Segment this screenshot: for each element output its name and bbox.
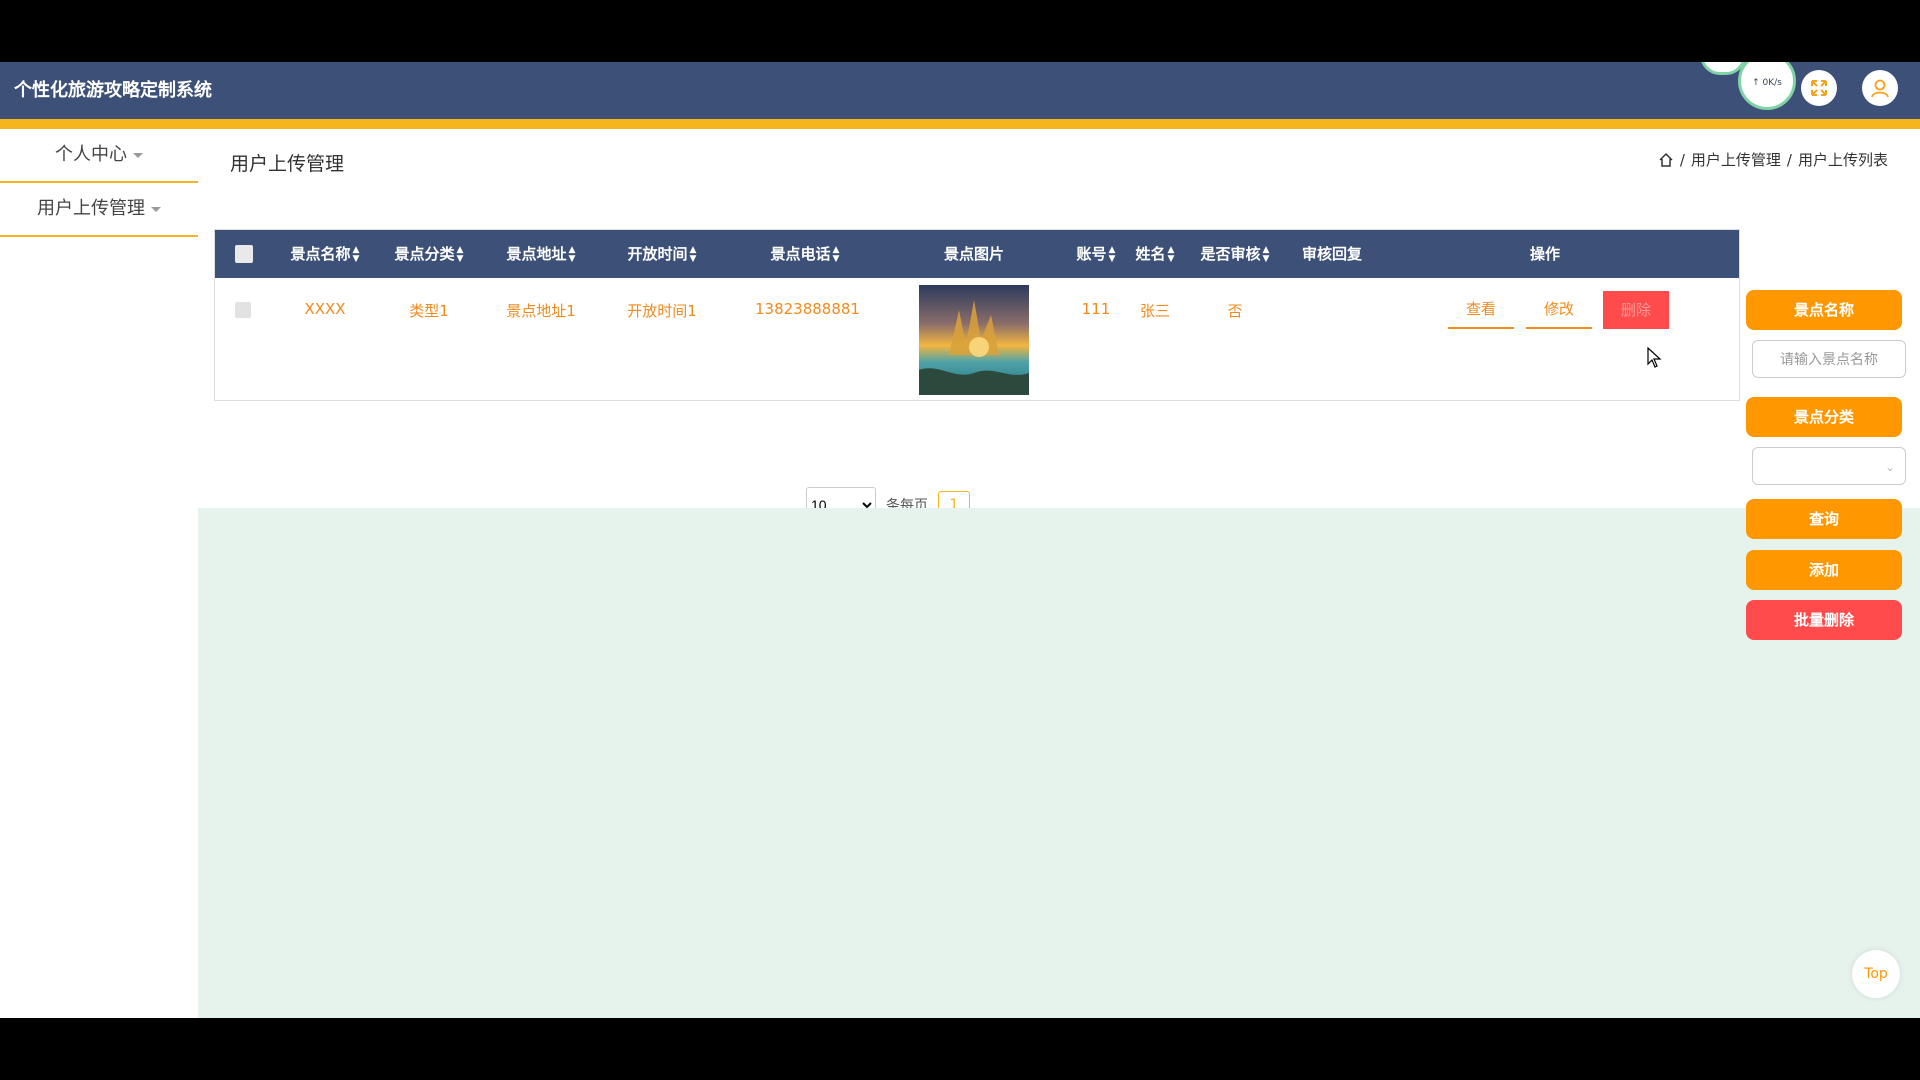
- column-header-address[interactable]: 景点地址 ▲ ▼: [501, 230, 581, 278]
- column-header-label: 开放时间: [627, 245, 688, 263]
- breadcrumb-level2: 用户上传列表: [1797, 151, 1888, 169]
- table-header: 景点名称 ▲ ▼ 景点分类 ▲ ▼ 景点地址 ▲ ▼ 开放时间 ▲ ▼ 景点电话 ▲ ▼ 景点图片 …: [215, 230, 1739, 278]
- user-button[interactable]: [1862, 70, 1898, 106]
- expand-icon: [1811, 80, 1827, 96]
- fullscreen-button[interactable]: [1801, 70, 1837, 106]
- column-header-label: 景点图片: [943, 245, 1004, 263]
- cell-audited: 否: [1227, 302, 1243, 320]
- delete-button[interactable]: 删除: [1603, 291, 1669, 329]
- sort-icon: ▲ ▼: [352, 244, 360, 264]
- caret-down-icon: [133, 152, 143, 158]
- row-checkbox[interactable]: [235, 302, 251, 318]
- select-all-checkbox[interactable]: [235, 245, 253, 263]
- top-header: 个性化旅游攻略定制系统 ↑ 0K/s: [0, 62, 1920, 119]
- column-header-name[interactable]: 景点名称 ▲ ▼: [285, 230, 365, 278]
- sort-icon: ▲ ▼: [689, 244, 697, 264]
- column-header-label: 操作: [1529, 245, 1560, 263]
- column-header-label: 姓名: [1135, 245, 1166, 263]
- cell-open-time: 开放时间1: [627, 302, 697, 320]
- letterbox-bottom: [0, 1018, 1920, 1080]
- net-speed-widget: ↑ 0K/s: [1738, 62, 1796, 110]
- breadcrumb-level1[interactable]: 用户上传管理: [1691, 149, 1781, 170]
- chevron-down-icon: ⌄: [1884, 460, 1895, 474]
- sort-icon: ▲ ▼: [568, 244, 576, 264]
- name-search-input[interactable]: 请输入景点名称: [1752, 340, 1906, 378]
- sort-icon: ▲ ▼: [1167, 244, 1175, 264]
- column-header-image: 景点图片: [939, 230, 1009, 278]
- home-icon[interactable]: [1658, 152, 1674, 168]
- cell-phone: 13823888881: [755, 300, 860, 318]
- header-accent-bar: [0, 119, 1920, 129]
- breadcrumb-separator: /: [1786, 150, 1792, 169]
- add-button[interactable]: 添加: [1746, 550, 1902, 590]
- column-header-label: 景点名称: [290, 245, 351, 263]
- sort-icon: ▲ ▼: [456, 244, 464, 264]
- column-header-username[interactable]: 姓名 ▲ ▼: [1130, 230, 1180, 278]
- column-header-label: 景点分类: [394, 245, 455, 263]
- sidebar-item-upload-management[interactable]: 用户上传管理: [0, 183, 198, 237]
- column-header-label: 账号: [1076, 245, 1107, 263]
- cell-name: XXXX: [304, 300, 346, 318]
- category-select[interactable]: ⌄: [1752, 447, 1906, 485]
- view-button[interactable]: 查看: [1448, 291, 1514, 329]
- back-to-top-button[interactable]: Top: [1852, 950, 1900, 998]
- column-header-audited[interactable]: 是否审核 ▲ ▼: [1195, 230, 1275, 278]
- sidebar: 个人中心 用户上传管理: [0, 129, 198, 1018]
- mouse-cursor-icon: [1647, 347, 1662, 368]
- page-title: 用户上传管理: [230, 153, 345, 175]
- column-header-category[interactable]: 景点分类 ▲ ▼: [389, 230, 469, 278]
- column-header-label: 景点电话: [770, 245, 831, 263]
- query-button[interactable]: 查询: [1746, 499, 1902, 539]
- breadcrumb: / 用户上传管理 / 用户上传列表: [1658, 149, 1888, 170]
- column-header-open-time[interactable]: 开放时间 ▲ ▼: [622, 230, 702, 278]
- data-table: 景点名称 ▲ ▼ 景点分类 ▲ ▼ 景点地址 ▲ ▼ 开放时间 ▲ ▼ 景点电话 ▲ ▼ 景点图片 …: [214, 229, 1740, 401]
- content-background: [198, 508, 1920, 1018]
- column-header-label: 审核回复: [1301, 245, 1362, 263]
- scenic-thumbnail[interactable]: [919, 285, 1029, 395]
- caret-down-icon: [151, 206, 161, 212]
- name-filter-label: 景点名称: [1746, 290, 1902, 330]
- sidebar-item-label: 用户上传管理: [37, 198, 145, 219]
- breadcrumb-separator: /: [1679, 150, 1685, 169]
- sort-icon: ▲ ▼: [1108, 244, 1116, 264]
- app-title: 个性化旅游攻略定制系统: [14, 80, 212, 101]
- column-header-actions: 操作: [1525, 230, 1565, 278]
- category-filter-label: 景点分类: [1746, 397, 1902, 437]
- user-icon: [1871, 79, 1889, 98]
- column-header-phone[interactable]: 景点电话 ▲ ▼: [765, 230, 845, 278]
- letterbox-top: [0, 0, 1920, 62]
- sidebar-item-label: 个人中心: [55, 144, 127, 165]
- cell-address: 景点地址1: [506, 302, 576, 320]
- column-header-reply: 审核回复: [1297, 230, 1367, 278]
- edit-button[interactable]: 修改: [1526, 291, 1592, 329]
- column-header-account[interactable]: 账号 ▲ ▼: [1071, 230, 1121, 278]
- batch-delete-button[interactable]: 批量删除: [1746, 600, 1902, 640]
- app-window: 个性化旅游攻略定制系统 ↑ 0K/s 个人中心 用户上传管理 用户上传管理 / …: [0, 62, 1920, 1018]
- cell-category: 类型1: [409, 302, 449, 320]
- sort-icon: ▲ ▼: [832, 244, 840, 264]
- sort-icon: ▲ ▼: [1262, 244, 1270, 264]
- cell-username: 张三: [1139, 302, 1170, 320]
- net-speed-text: ↑ 0K/s: [1752, 78, 1782, 88]
- cell-account: 111: [1081, 300, 1111, 318]
- column-header-label: 景点地址: [506, 245, 567, 263]
- sidebar-item-personal-center[interactable]: 个人中心: [0, 129, 198, 183]
- column-header-label: 是否审核: [1200, 245, 1261, 263]
